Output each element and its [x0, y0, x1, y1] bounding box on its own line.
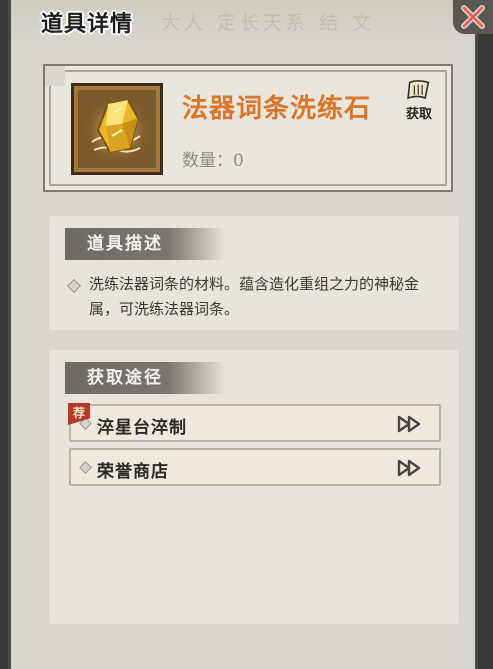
close-button[interactable]: [453, 0, 493, 34]
source-label: 淬星台淬制: [97, 418, 187, 438]
description-card: 道具描述 洗练法器词条的材料。蕴含造化重组之力的神秘金属，可洗练法器词条。: [49, 216, 459, 330]
fast-forward-icon: [397, 415, 421, 433]
diamond-bullet-icon: [66, 278, 82, 294]
acquire-label: 获取: [405, 107, 432, 122]
header-backdrop-text: 大人 定长天系 结 文: [161, 12, 376, 34]
item-detail-panel: 大人 定长天系 结 文 道具详情 法器词条洗练石 数量：0 获取 道具描述 洗练…: [8, 0, 478, 669]
item-quantity: 数量：0: [182, 151, 244, 171]
item-name: 法器词条洗练石: [182, 94, 372, 124]
panel-title: 道具详情: [41, 11, 134, 37]
fast-forward-icon: [397, 459, 421, 477]
sources-card: 获取途径 淬星台淬制 荐 荣誉商店: [49, 350, 459, 624]
source-row-forge[interactable]: 淬星台淬制 荐: [68, 403, 441, 442]
item-description: 洗练法器词条的材料。蕴含造化重组之力的神秘金属，可洗练法器词条。: [89, 275, 420, 318]
sources-section-title: 获取途径: [65, 362, 225, 394]
source-row-honor-shop[interactable]: 荣誉商店: [69, 448, 441, 486]
acquire-button[interactable]: 获取: [401, 78, 437, 122]
item-summary-frame: 法器词条洗练石 数量：0 获取: [43, 64, 453, 192]
scroll-icon: [407, 80, 430, 100]
diamond-bullet-icon: [79, 461, 92, 474]
close-icon: [461, 5, 485, 29]
gold-crystal-icon: [83, 96, 151, 164]
description-section-title: 道具描述: [65, 228, 225, 260]
source-label: 荣誉商店: [97, 462, 169, 482]
item-icon-frame: [71, 83, 163, 175]
